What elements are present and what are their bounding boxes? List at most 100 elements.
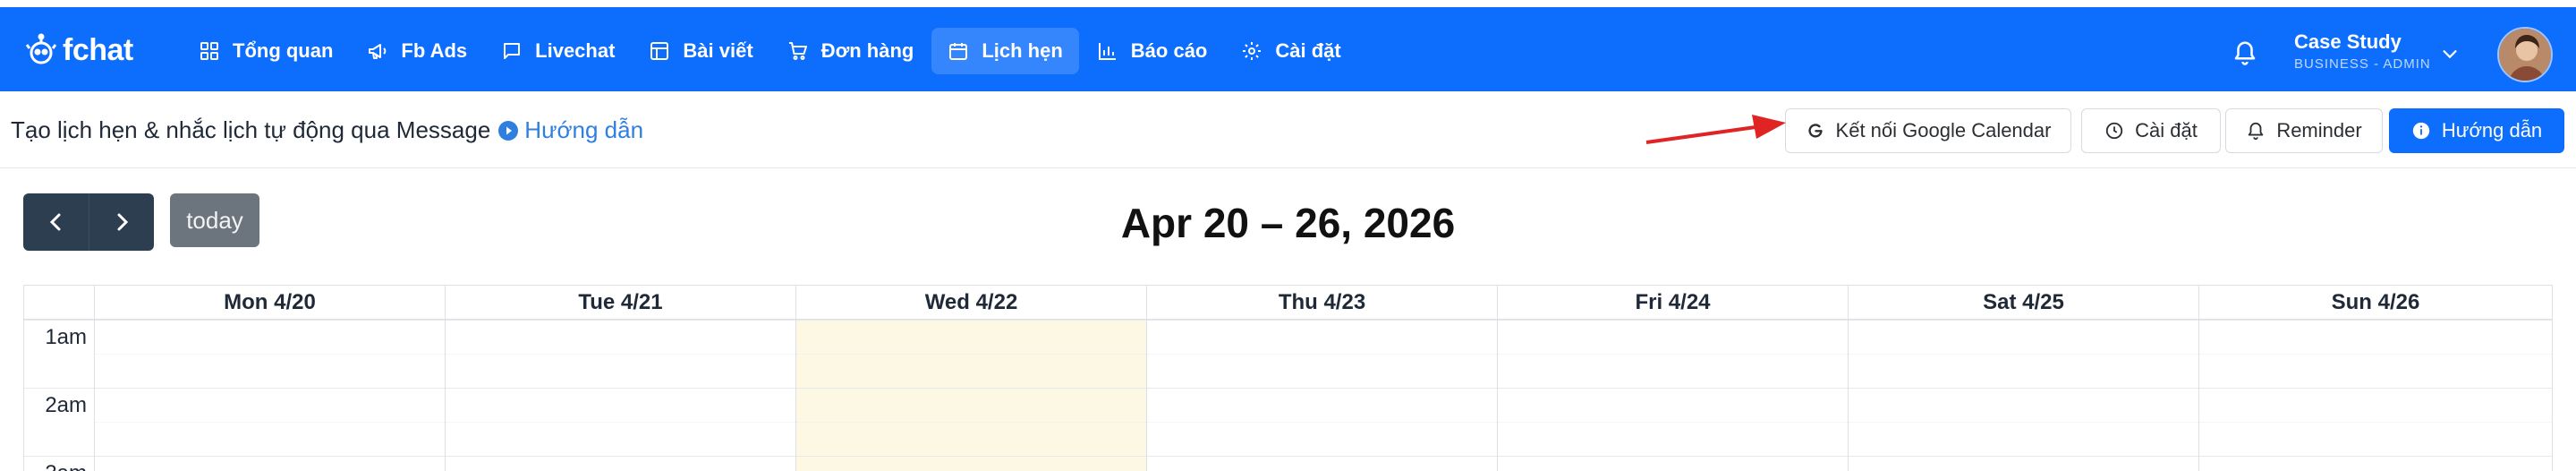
user-menu[interactable]: Case Study BUSINESS - ADMIN	[2294, 30, 2431, 75]
time-slot[interactable]	[1147, 388, 1497, 389]
time-slot[interactable]	[1498, 388, 1848, 389]
time-slot[interactable]	[1849, 456, 2198, 457]
hour-label: 2am	[45, 393, 87, 417]
user-role: BUSINESS - ADMIN	[2294, 56, 2431, 72]
time-slot[interactable]	[2199, 388, 2552, 389]
nav-item-livechat[interactable]: Livechat	[485, 28, 631, 74]
fchat-logo[interactable]: fchat	[23, 32, 133, 68]
chat-bubble-icon	[504, 43, 521, 59]
cart-icon	[788, 42, 807, 60]
time-slot[interactable]	[1498, 456, 1848, 457]
time-slot-half[interactable]	[1498, 422, 1848, 423]
nav-item-fb-ads[interactable]: Fb Ads	[351, 28, 483, 74]
time-gutter: 1am 2am 3am	[24, 286, 95, 471]
time-slot[interactable]	[95, 456, 445, 457]
day-header: Sun 4/26	[2199, 286, 2552, 320]
bar-chart-icon	[1098, 43, 1116, 60]
nav-item-label: Livechat	[535, 39, 616, 62]
time-slot-half[interactable]	[2199, 422, 2552, 423]
reminder-button[interactable]: Reminder	[2225, 108, 2383, 153]
page-title-text: Tạo lịch hẹn & nhắc lịch tự động qua Mes…	[11, 116, 491, 143]
page-subheader: Tạo lịch hẹn & nhắc lịch tự động qua Mes…	[0, 91, 2576, 168]
time-slot-half[interactable]	[796, 422, 1146, 423]
page-title: Tạo lịch hẹn & nhắc lịch tự động qua Mes…	[11, 116, 643, 144]
nav-item-tong-quan[interactable]: Tổng quan	[183, 28, 349, 74]
guide-button-label: Hướng dẫn	[2441, 119, 2543, 141]
guide-link[interactable]: Hướng dẫn	[497, 116, 643, 144]
gear-icon	[1243, 42, 1262, 60]
day-header: Mon 4/20	[95, 286, 445, 320]
hour-label: 1am	[45, 325, 87, 349]
time-slot[interactable]	[796, 320, 1146, 321]
time-slot[interactable]	[796, 456, 1146, 457]
time-slot-half[interactable]	[95, 422, 445, 423]
day-column[interactable]: Tue 4/21	[446, 286, 796, 471]
nav-item-bao-cao[interactable]: Báo cáo	[1081, 28, 1224, 74]
dashboard-icon	[200, 42, 218, 60]
week-grid: 1am 2am 3am Mon 4/20Tue 4/21Wed 4/22Thu 4/…	[23, 285, 2553, 471]
nav-item-label: Lịch hẹn	[982, 39, 1063, 62]
nav-item-cai-dat[interactable]: Cài đặt	[1225, 28, 1356, 74]
nav-item-lich-hen[interactable]: Lịch hẹn	[931, 28, 1079, 74]
gutter-hour-line	[24, 388, 94, 389]
nav-item-bai-viet[interactable]: Bài viết	[633, 28, 769, 74]
nav-item-don-hang[interactable]: Đơn hàng	[771, 28, 931, 74]
connect-google-calendar-button[interactable]: Kết nối Google Calendar	[1785, 108, 2071, 153]
time-slot[interactable]	[2199, 320, 2552, 321]
bell-icon[interactable]	[2232, 39, 2258, 66]
settings-button-label: Cài đặt	[2135, 119, 2198, 141]
gutter-hour-line	[24, 456, 94, 457]
time-slot[interactable]	[2199, 456, 2552, 457]
time-slot-half[interactable]	[446, 354, 795, 355]
day-column[interactable]: Sat 4/25	[1849, 286, 2199, 471]
hour-label: 3am	[45, 461, 87, 471]
reminder-button-label: Reminder	[2276, 119, 2362, 141]
day-header: Fri 4/24	[1498, 286, 1848, 320]
day-column[interactable]: Sun 4/26	[2199, 286, 2552, 471]
time-slot[interactable]	[446, 456, 795, 457]
time-slot[interactable]	[95, 388, 445, 389]
calendar-icon	[949, 43, 968, 60]
time-slot[interactable]	[95, 320, 445, 321]
chevron-down-icon[interactable]	[2440, 44, 2460, 64]
avatar-image	[2499, 29, 2551, 81]
info-icon	[2412, 122, 2429, 140]
day-header: Sat 4/25	[1849, 286, 2198, 320]
time-slot-half[interactable]	[1147, 422, 1497, 423]
time-slot[interactable]	[446, 320, 795, 321]
megaphone-icon	[369, 44, 387, 59]
settings-button[interactable]: Cài đặt	[2081, 108, 2221, 153]
day-column[interactable]: Fri 4/24	[1498, 286, 1849, 471]
time-slot-half[interactable]	[2199, 354, 2552, 355]
day-column[interactable]: Mon 4/20	[95, 286, 446, 471]
time-slot-half[interactable]	[1498, 354, 1848, 355]
nav-item-label: Bài viết	[683, 39, 753, 62]
day-column[interactable]: Thu 4/23	[1147, 286, 1498, 471]
day-header: Wed 4/22	[796, 286, 1146, 320]
time-slot[interactable]	[1849, 320, 2198, 321]
clock-icon	[2105, 122, 2123, 140]
time-slot-half[interactable]	[446, 422, 795, 423]
time-slot-half[interactable]	[796, 354, 1146, 355]
time-slot[interactable]	[1498, 320, 1848, 321]
gutter-header	[24, 286, 94, 320]
avatar[interactable]	[2497, 27, 2553, 82]
time-slot-half[interactable]	[1147, 354, 1497, 355]
brand-name: fchat	[63, 32, 133, 67]
time-slot[interactable]	[1147, 456, 1497, 457]
time-slot[interactable]	[446, 388, 795, 389]
nav-item-label: Tổng quan	[233, 39, 334, 62]
time-slot[interactable]	[1147, 320, 1497, 321]
time-slot-half[interactable]	[1849, 422, 2198, 423]
time-slot-half[interactable]	[1849, 354, 2198, 355]
guide-button[interactable]: Hướng dẫn	[2389, 108, 2564, 153]
time-slot[interactable]	[1849, 388, 2198, 389]
time-slot[interactable]	[796, 388, 1146, 389]
time-slot-half[interactable]	[95, 354, 445, 355]
user-name: Case Study	[2294, 30, 2402, 53]
connect-google-calendar-label: Kết nối Google Calendar	[1835, 119, 2052, 141]
day-column[interactable]: Wed 4/22	[796, 286, 1147, 471]
guide-link-label: Hướng dẫn	[524, 116, 644, 143]
bell-outline-icon	[2249, 122, 2264, 141]
google-icon	[1807, 124, 1823, 138]
